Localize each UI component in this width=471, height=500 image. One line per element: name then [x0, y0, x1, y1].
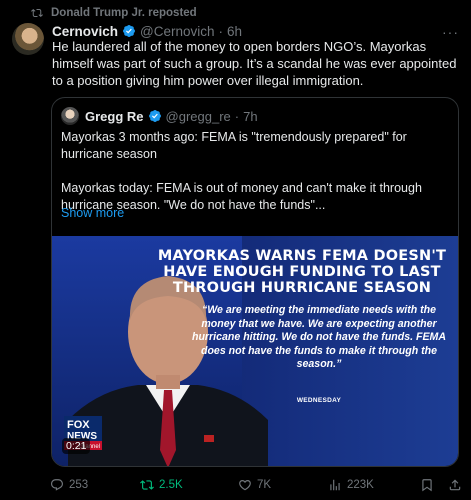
repost-icon — [31, 8, 43, 18]
share-icon — [449, 479, 461, 491]
quoted-tweet-text: Mayorkas 3 months ago: FEMA is "tremendo… — [61, 129, 451, 214]
reply-icon — [51, 479, 63, 491]
video-day-tag: WEDNESDAY — [296, 397, 342, 404]
author-handle[interactable]: @Cernovich — [140, 24, 214, 39]
verified-badge-icon — [148, 110, 161, 122]
tweet-actions: 253 2.5K 7K 223K — [50, 476, 462, 494]
tweet-text: He laundered all of the money to open bo… — [52, 39, 457, 88]
repost-icon — [140, 480, 154, 490]
quoted-author-avatar[interactable] — [61, 107, 79, 125]
repost-label: Donald Trump Jr. reposted — [51, 7, 197, 19]
show-more-link[interactable]: Show more — [61, 206, 124, 220]
like-count: 7K — [257, 479, 272, 491]
share-button[interactable] — [448, 476, 462, 494]
views-chart-icon — [330, 479, 340, 491]
quoted-tweet-header: Gregg Re @gregg_re · 7h — [61, 107, 258, 125]
quoted-paragraph: Mayorkas 3 months ago: FEMA is "tremendo… — [61, 130, 407, 161]
quoted-author-name[interactable]: Gregg Re — [85, 109, 144, 124]
tweet-time[interactable]: 6h — [227, 24, 242, 39]
video-player[interactable]: MAYORKAS WARNS FEMA DOESN'T HAVE ENOUGH … — [52, 236, 458, 466]
bookmark-icon — [422, 479, 432, 492]
verified-badge-icon — [123, 25, 136, 37]
repost-count: 2.5K — [159, 479, 183, 491]
reply-count: 253 — [69, 479, 89, 491]
heart-icon — [239, 480, 251, 491]
logo-text-fox: FOX — [67, 419, 90, 431]
quoted-author-handle[interactable]: @gregg_re — [166, 109, 231, 124]
video-duration: 0:21 — [62, 438, 91, 454]
video-headline: MAYORKAS WARNS FEMA DOESN'T HAVE ENOUGH … — [157, 248, 447, 296]
view-count: 223K — [347, 479, 374, 491]
reply-button[interactable]: 253 — [50, 476, 88, 494]
quoted-tweet[interactable]: Gregg Re @gregg_re · 7h Mayorkas 3 month… — [51, 97, 459, 467]
author-avatar[interactable] — [12, 23, 44, 55]
quoted-tweet-time[interactable]: 7h — [243, 109, 257, 124]
repost-indicator[interactable]: Donald Trump Jr. reposted — [31, 5, 197, 21]
author-name[interactable]: Cernovich — [52, 24, 118, 39]
like-button[interactable]: 7K — [238, 476, 271, 494]
video-quote: “We are meeting the immediate needs with… — [191, 304, 447, 370]
separator-dot: · — [218, 23, 224, 39]
separator-dot: · — [234, 108, 240, 124]
more-dots-icon[interactable]: ··· — [442, 24, 459, 40]
views-button[interactable]: 223K — [328, 476, 374, 494]
repost-button[interactable]: 2.5K — [140, 476, 183, 494]
bookmark-button[interactable] — [420, 476, 434, 494]
